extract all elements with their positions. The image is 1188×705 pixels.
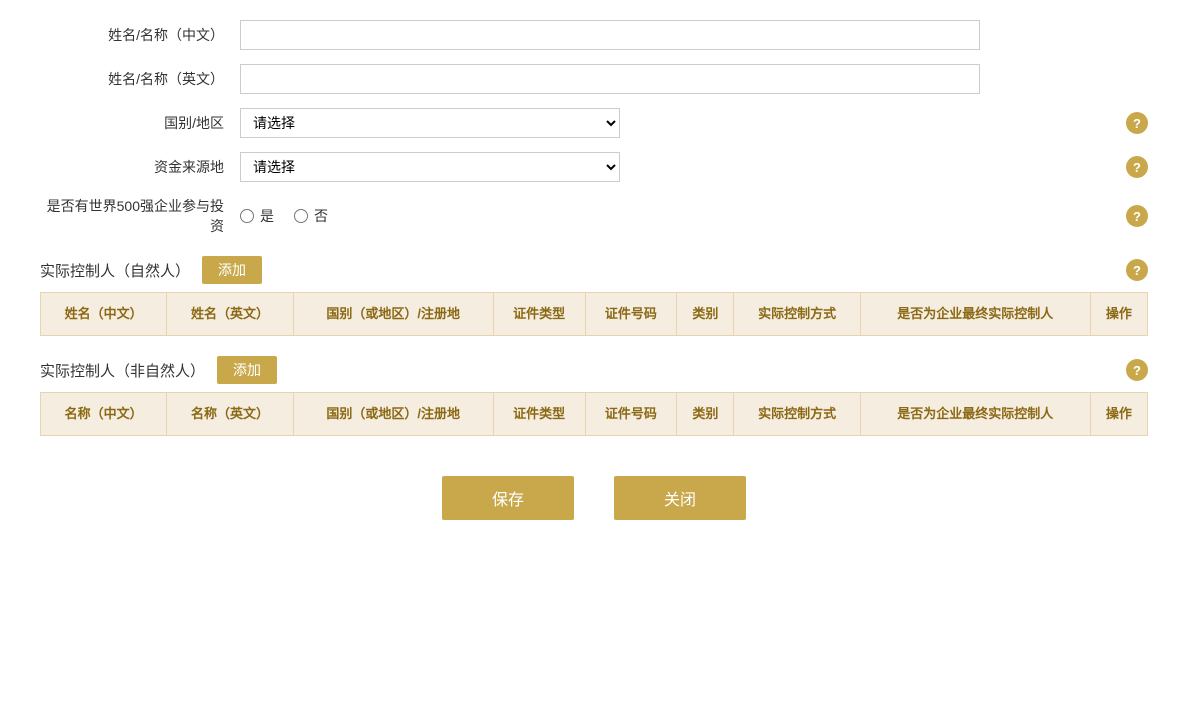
fortune500-no-option[interactable]: 否: [294, 206, 328, 226]
fortune500-yes-label: 是: [260, 206, 274, 226]
fortune500-label: 是否有世界500强企业参与投资: [40, 196, 240, 236]
col-org-is-final-controller: 是否为企业最终实际控制人: [860, 393, 1090, 436]
col-name-cn: 姓名（中文）: [41, 293, 167, 336]
natural-person-help-icon[interactable]: ?: [1126, 259, 1148, 281]
country-help-icon[interactable]: ?: [1126, 112, 1148, 134]
non-natural-person-table-wrapper: 名称（中文） 名称（英文） 国别（或地区）/注册地 证件类型 证件号码 类别 实…: [40, 392, 1148, 436]
non-natural-person-section-title: 实际控制人（非自然人）: [40, 360, 205, 381]
natural-person-table-header: 姓名（中文） 姓名（英文） 国别（或地区）/注册地 证件类型 证件号码 类别 实…: [41, 293, 1148, 336]
col-org-control-method: 实际控制方式: [734, 393, 860, 436]
col-org-cert-type: 证件类型: [493, 393, 585, 436]
natural-person-add-button[interactable]: 添加: [202, 256, 262, 284]
col-org-operation: 操作: [1090, 393, 1147, 436]
fund-source-help-icon[interactable]: ?: [1126, 156, 1148, 178]
save-button[interactable]: 保存: [442, 476, 574, 520]
country-select[interactable]: 请选择: [240, 108, 620, 138]
col-org-category: 类别: [677, 393, 734, 436]
col-operation: 操作: [1090, 293, 1147, 336]
name-en-input[interactable]: [240, 64, 980, 94]
fortune500-yes-radio[interactable]: [240, 209, 254, 223]
natural-person-section-title: 实际控制人（自然人）: [40, 260, 190, 281]
col-name-en: 姓名（英文）: [167, 293, 293, 336]
natural-person-table: 姓名（中文） 姓名（英文） 国别（或地区）/注册地 证件类型 证件号码 类别 实…: [40, 292, 1148, 336]
fortune500-yes-option[interactable]: 是: [240, 206, 274, 226]
name-en-label: 姓名/名称（英文）: [40, 69, 240, 89]
close-button[interactable]: 关闭: [614, 476, 746, 520]
col-org-name-cn: 名称（中文）: [41, 393, 167, 436]
natural-person-table-wrapper: 姓名（中文） 姓名（英文） 国别（或地区）/注册地 证件类型 证件号码 类别 实…: [40, 292, 1148, 336]
country-label: 国别/地区: [40, 113, 240, 133]
col-org-country: 国别（或地区）/注册地: [293, 393, 493, 436]
non-natural-person-table-header: 名称（中文） 名称（英文） 国别（或地区）/注册地 证件类型 证件号码 类别 实…: [41, 393, 1148, 436]
col-org-name-en: 名称（英文）: [167, 393, 293, 436]
fortune500-help-icon[interactable]: ?: [1126, 205, 1148, 227]
bottom-button-group: 保存 关闭: [40, 476, 1148, 540]
col-is-final-controller: 是否为企业最终实际控制人: [860, 293, 1090, 336]
name-cn-input[interactable]: [240, 20, 980, 50]
col-control-method: 实际控制方式: [734, 293, 860, 336]
non-natural-person-add-button[interactable]: 添加: [217, 356, 277, 384]
fortune500-no-radio[interactable]: [294, 209, 308, 223]
non-natural-person-table: 名称（中文） 名称（英文） 国别（或地区）/注册地 证件类型 证件号码 类别 实…: [40, 392, 1148, 436]
col-country: 国别（或地区）/注册地: [293, 293, 493, 336]
col-category: 类别: [677, 293, 734, 336]
non-natural-person-help-icon[interactable]: ?: [1126, 359, 1148, 381]
fund-source-label: 资金来源地: [40, 157, 240, 177]
col-cert-no: 证件号码: [585, 293, 677, 336]
col-org-cert-no: 证件号码: [585, 393, 677, 436]
name-cn-label: 姓名/名称（中文）: [40, 25, 240, 45]
fortune500-no-label: 否: [314, 206, 328, 226]
fund-source-select[interactable]: 请选择: [240, 152, 620, 182]
fortune500-radio-group: 是 否: [240, 206, 328, 226]
col-cert-type: 证件类型: [493, 293, 585, 336]
